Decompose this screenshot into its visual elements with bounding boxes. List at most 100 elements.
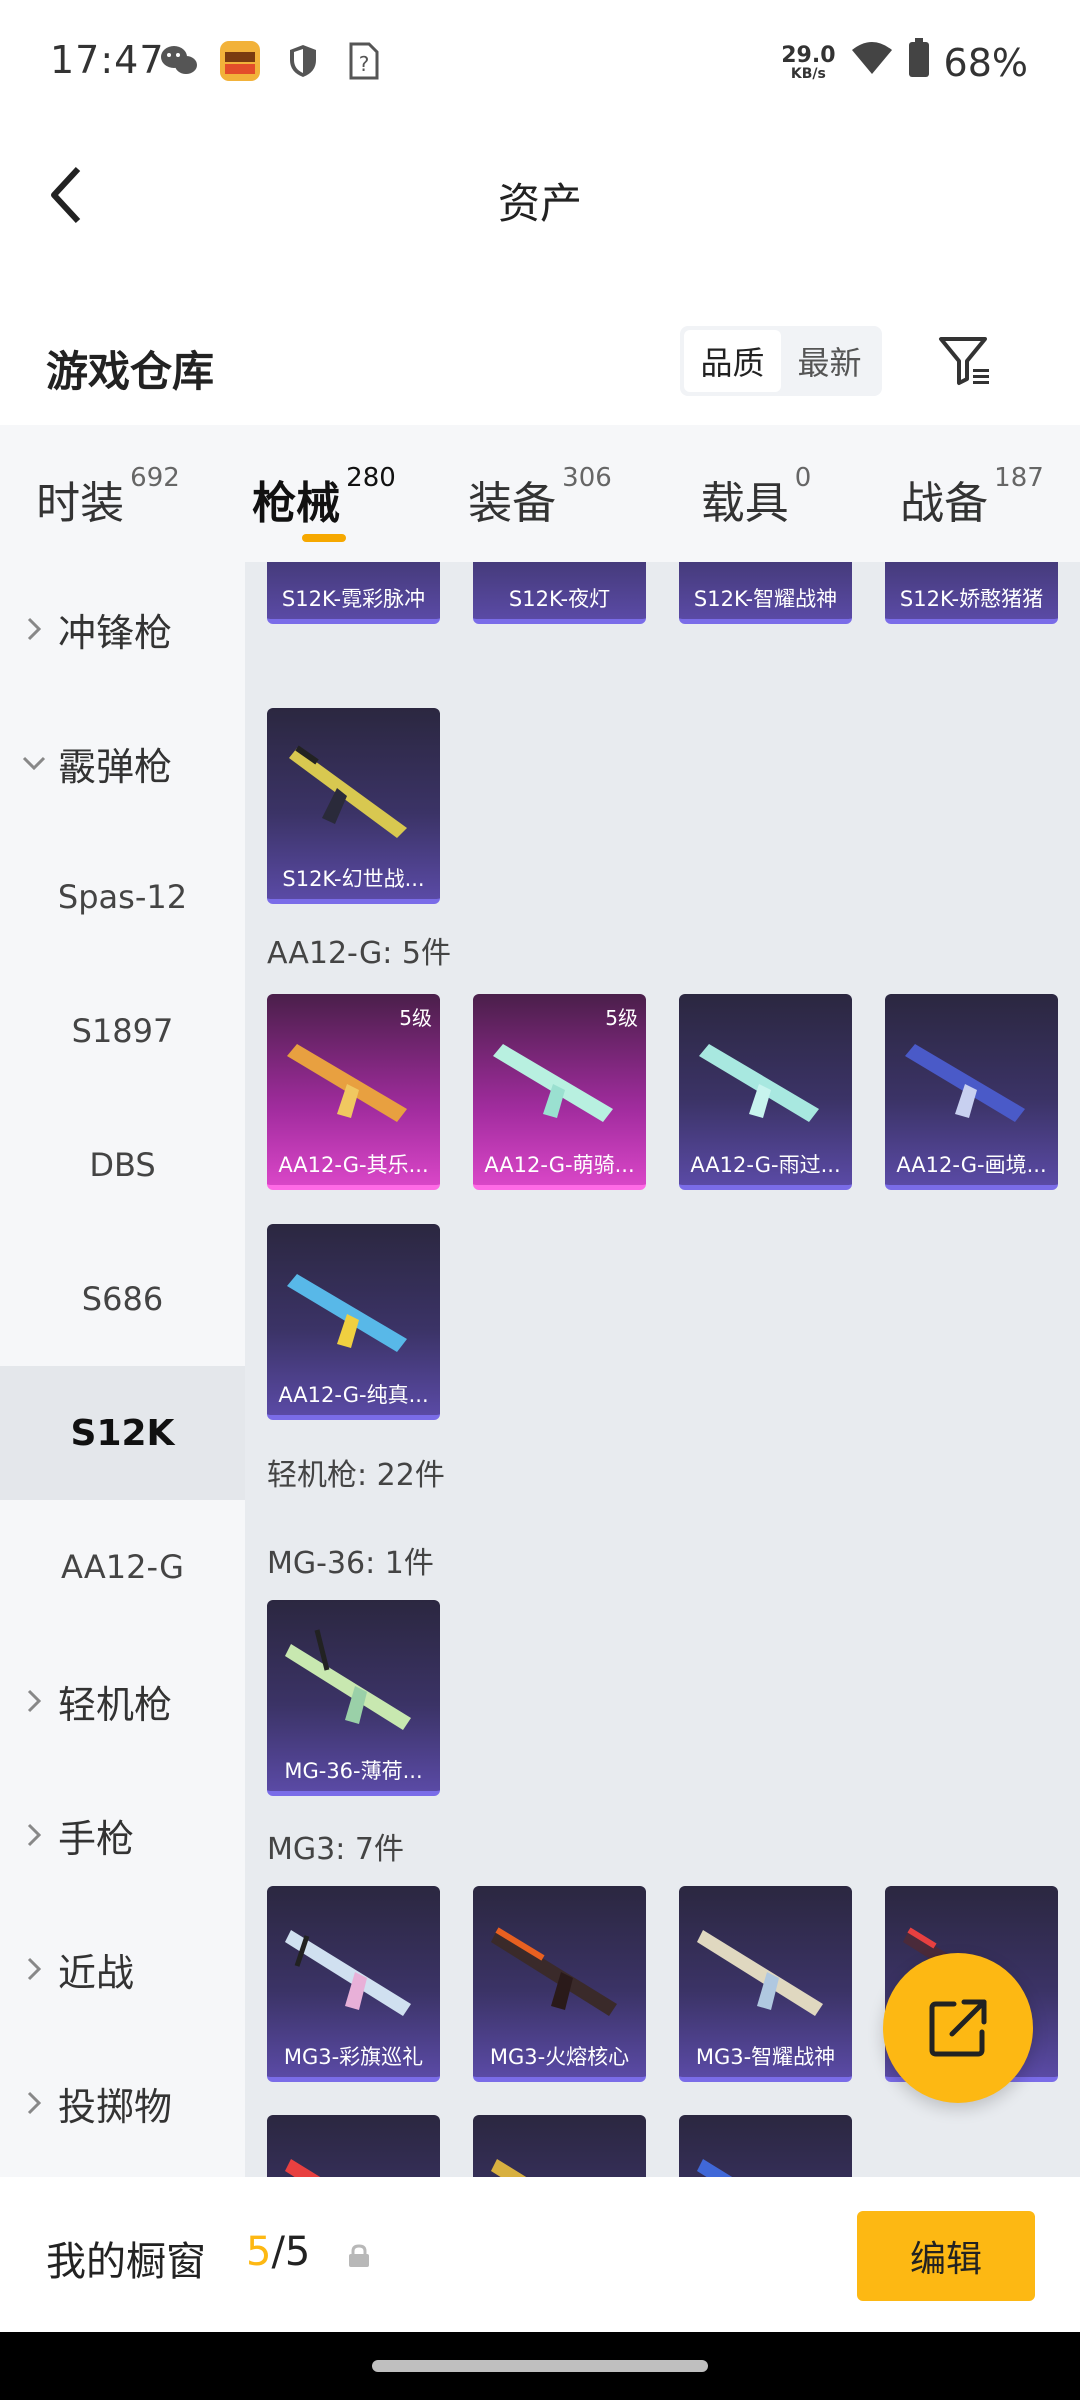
svg-text:?: ?: [359, 52, 370, 76]
lmg-skin-icon: [285, 1629, 411, 1730]
group-title-lmg: 轻机枪: 22件: [267, 1458, 445, 1493]
sort-quality-button[interactable]: 品质: [684, 330, 781, 392]
lmg-skin-icon: [697, 1930, 823, 2016]
showcase-count: 5/5: [246, 2229, 310, 2275]
item-card-label: AA12-G-纯真...: [278, 1383, 429, 1407]
item-card[interactable]: MG3-火熔核心: [473, 1886, 646, 2082]
shotgun-skin-icon: [277, 562, 430, 568]
sidebar-item-smg[interactable]: 冲锋枪: [0, 562, 245, 696]
shotgun-skin-icon: [689, 562, 842, 568]
tab-label: 战备: [900, 478, 989, 529]
item-card[interactable]: 5级 AA12-G-其乐...: [267, 994, 440, 1190]
item-card-label: S12K-夜灯: [508, 587, 611, 611]
showcase-total: /5: [271, 2229, 311, 2275]
tab-label: 装备: [468, 478, 557, 529]
sidebar-item-lmg[interactable]: 轻机枪: [0, 1634, 245, 1768]
sim-question-icon: ?: [342, 40, 384, 82]
group-title-mg36: MG-36: 1件: [267, 1546, 434, 1581]
warehouse-title: 游戏仓库: [46, 347, 215, 396]
share-fab-button[interactable]: [883, 1953, 1033, 2103]
filter-icon: [939, 337, 989, 385]
filter-button[interactable]: [930, 326, 1000, 396]
item-card-label: S12K-幻世战...: [282, 867, 425, 891]
sidebar-item-shotgun[interactable]: 霰弹枪: [0, 696, 245, 830]
net-speed: 29.0 KB/s: [781, 42, 836, 82]
sidebar-item-label: 霰弹枪: [58, 744, 173, 789]
sidebar-item-pistol[interactable]: 手枪: [0, 1768, 245, 1902]
shotgun-skin-icon: [289, 745, 407, 838]
item-card-label: MG3-火熔核心: [489, 2045, 630, 2069]
showcase-label: 我的橱窗: [46, 2239, 206, 2285]
battery-icon: [908, 38, 930, 87]
item-card[interactable]: S12K-幻世战...: [267, 708, 440, 904]
item-card[interactable]: [679, 2115, 852, 2177]
sidebar-item-dbs[interactable]: DBS: [0, 1098, 245, 1232]
sidebar-item-throwable[interactable]: 投掷物: [0, 2036, 245, 2170]
shotgun-skin-icon: [895, 562, 1048, 568]
lmg-skin-icon: [491, 2159, 527, 2177]
sort-toggle: 品质 最新: [680, 326, 882, 396]
lmg-skin-icon: [491, 1927, 617, 2016]
sidebar-item-aa12g[interactable]: AA12-G: [0, 1500, 245, 1634]
item-card-label: AA12-G-雨过...: [690, 1153, 841, 1177]
item-card[interactable]: S12K-霓彩脉冲: [267, 562, 440, 624]
tab-label: 时装: [36, 478, 125, 529]
shotgun-skin-icon: [905, 1044, 1025, 1122]
tab-label: 枪械: [252, 478, 341, 529]
item-card[interactable]: 5级 AA12-G-萌骑...: [473, 994, 646, 1190]
sidebar-item-label: 投掷物: [58, 2084, 173, 2129]
chevron-right-icon: [22, 1689, 46, 1713]
item-card-label: AA12-G-画境...: [896, 1153, 1047, 1177]
tab-label: 载具: [700, 478, 789, 529]
sidebar-item-melee[interactable]: 近战: [0, 1902, 245, 2036]
chevron-right-icon: [22, 1957, 46, 1981]
tab-vehicles[interactable]: 载具 0: [648, 425, 864, 562]
sidebar-item-s12k[interactable]: S12K: [0, 1366, 245, 1500]
sidebar-item-s1897[interactable]: S1897: [0, 964, 245, 1098]
tab-supplies[interactable]: 战备 187: [864, 425, 1080, 562]
battery-percent: 68%: [943, 40, 1028, 85]
item-card-label: S12K-智耀战神: [693, 587, 838, 611]
item-card-label: S12K-霓彩脉冲: [281, 587, 426, 611]
sidebar-item-label: 近战: [58, 1950, 135, 1995]
item-card[interactable]: S12K-娇憨猪猪: [885, 562, 1058, 624]
system-nav-bar: [0, 2332, 1080, 2400]
item-card[interactable]: [267, 2115, 440, 2177]
sort-latest-button[interactable]: 最新: [781, 330, 878, 392]
item-card[interactable]: S12K-智耀战神: [679, 562, 852, 624]
weapon-sidebar: 冲锋枪 霰弹枪 Spas-12 S1897 DBS S686 S12K AA12…: [0, 562, 245, 2177]
net-speed-value: 29.0: [781, 42, 836, 68]
home-gesture-handle[interactable]: [372, 2360, 708, 2372]
sidebar-item-label: 手枪: [58, 1816, 135, 1861]
tab-fashion[interactable]: 时装 692: [0, 425, 216, 562]
item-card[interactable]: AA12-G-画境...: [885, 994, 1058, 1190]
lmg-skin-icon: [285, 2159, 321, 2177]
item-card[interactable]: AA12-G-纯真...: [267, 1224, 440, 1420]
item-card[interactable]: MG-36-薄荷...: [267, 1600, 440, 1796]
showcase-bar: 我的橱窗 5/5 编辑: [0, 2177, 1080, 2332]
tab-count: 280: [346, 463, 396, 493]
item-card[interactable]: [473, 2115, 646, 2177]
tab-count: 692: [130, 463, 180, 493]
net-speed-unit: KB/s: [790, 65, 826, 82]
shotgun-skin-icon: [493, 1044, 613, 1122]
item-card[interactable]: S12K-夜灯: [473, 562, 646, 624]
item-card[interactable]: MG3-智耀战神: [679, 1886, 852, 2082]
sidebar-item-label: 冲锋枪: [58, 610, 173, 655]
chevron-right-icon: [22, 2091, 46, 2115]
tab-equipment[interactable]: 装备 306: [432, 425, 648, 562]
item-card-label: MG3-智耀战神: [695, 2045, 836, 2069]
shotgun-skin-icon: [287, 1044, 407, 1122]
chevron-down-icon: [22, 756, 46, 770]
edit-button[interactable]: 编辑: [857, 2211, 1035, 2301]
page-title: 资产: [497, 179, 582, 228]
share-external-icon: [929, 1999, 987, 2057]
shotgun-skin-icon: [699, 1044, 819, 1122]
item-card[interactable]: MG3-彩旗巡礼: [267, 1886, 440, 2082]
item-card[interactable]: AA12-G-雨过...: [679, 994, 852, 1190]
wifi-icon: [850, 40, 894, 85]
sidebar-item-spas12[interactable]: Spas-12: [0, 830, 245, 964]
tab-firearms[interactable]: 枪械 280: [216, 425, 432, 562]
status-right: 29.0 KB/s 68%: [781, 38, 1028, 87]
sidebar-item-s686[interactable]: S686: [0, 1232, 245, 1366]
